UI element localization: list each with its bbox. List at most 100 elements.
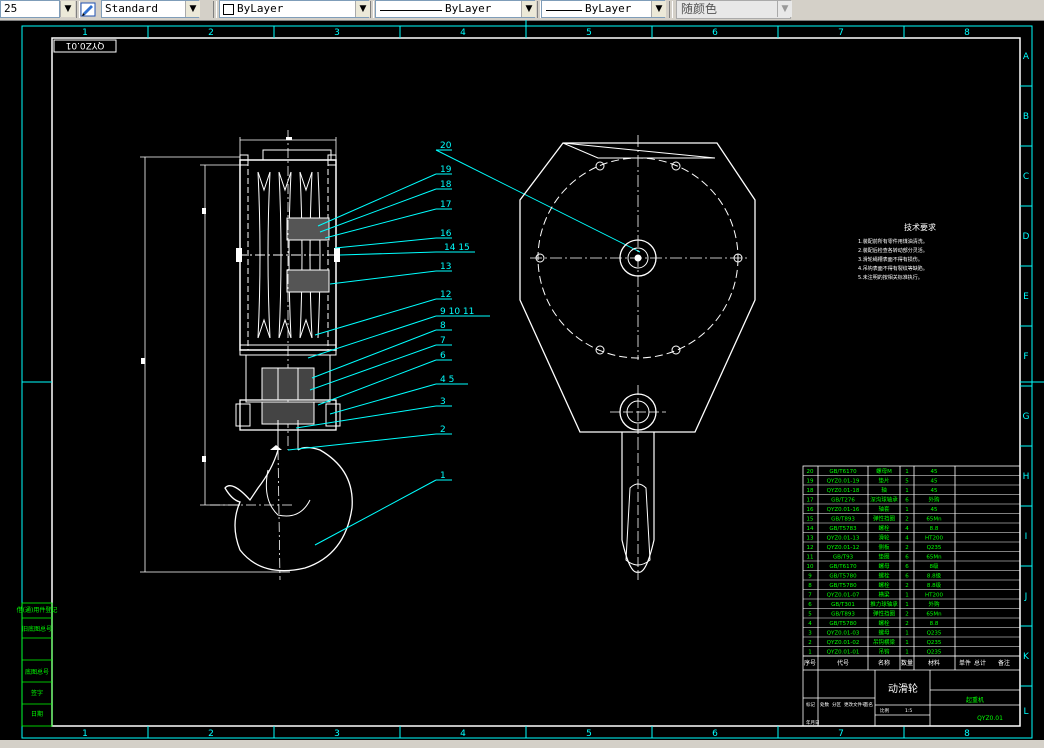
callout-label: 13 — [440, 262, 451, 272]
row-label: E — [1023, 292, 1029, 302]
table-cell: GB/T5780 — [829, 574, 857, 580]
text-style-icon[interactable] — [80, 1, 98, 18]
callout-label: 1 — [440, 471, 446, 481]
table-cell: 侧板 — [878, 543, 890, 551]
table-cell: 1 — [905, 631, 909, 637]
table-cell: 11 — [807, 555, 814, 561]
row-label: A — [1023, 52, 1030, 62]
callout-label: 2 — [440, 425, 446, 435]
table-cell: 4 — [808, 621, 812, 627]
col-label: 7 — [838, 28, 844, 38]
table-cell: 3 — [808, 631, 812, 637]
table-cell: 1 — [905, 602, 909, 608]
lineweight-dropdown[interactable]: ByLayer — [541, 0, 665, 18]
row-label: G — [1023, 412, 1030, 422]
scale-dropdown[interactable]: 25 — [0, 0, 60, 18]
table-cell: 2 — [905, 545, 909, 551]
row-label: L — [1023, 707, 1028, 717]
col-label: 6 — [712, 28, 718, 38]
table-cell: 垫圈 — [878, 553, 890, 561]
table-cell: 1 — [905, 507, 909, 513]
title-block-label: 处数 — [820, 701, 829, 708]
table-cell: 1 — [905, 650, 909, 656]
table-cell: 7 — [808, 593, 812, 599]
col-label: 8 — [964, 729, 970, 739]
table-cell: 20 — [807, 469, 814, 475]
drawing-canvas[interactable]: 1 2 3 4 5 6 7 8 1 2 3 4 5 6 7 8 A B C D … — [0, 20, 1044, 740]
table-cell: Q235 — [927, 640, 942, 646]
linetype-value: ByLayer — [445, 2, 492, 15]
callout-label: 3 — [440, 397, 446, 407]
parts-header-cell: 单件 — [959, 659, 971, 667]
col-label: 3 — [334, 729, 340, 739]
table-cell: QYZ0.01-02 — [827, 640, 860, 646]
col-label: 7 — [838, 729, 844, 739]
parts-header-cell: 数量 — [901, 659, 913, 667]
table-cell: GB/T6170 — [829, 469, 857, 475]
table-cell: 9 — [808, 574, 812, 580]
scale-dropdown-arrow-icon[interactable]: ▼ — [60, 1, 75, 17]
table-cell: 螺栓 — [878, 619, 890, 627]
title-block-label: 分区 — [832, 701, 841, 708]
table-cell: 6 — [905, 564, 909, 570]
parts-header-cell: 材料 — [928, 659, 940, 667]
stamp-label: 底图总号 — [25, 668, 49, 676]
table-cell: 垫片 — [878, 477, 889, 485]
stamp-label: 日期 — [31, 710, 43, 718]
lineweight-sample-icon — [546, 10, 582, 11]
table-cell: GB/T5783 — [829, 526, 857, 532]
table-cell: 4 — [905, 526, 909, 532]
linetype-arrow-icon[interactable]: ▼ — [521, 1, 536, 17]
callout-label: 8 — [440, 321, 446, 331]
table-cell: GB/T276 — [831, 498, 855, 504]
table-cell: 深沟球轴承 — [870, 496, 898, 504]
table-cell: 65Mn — [926, 517, 942, 523]
callout-label: 14 15 — [444, 243, 470, 253]
tech-requirement-line: 5.未注明的按相关标准执行。 — [858, 274, 923, 281]
title-block-label: 签名 — [864, 701, 873, 708]
tech-requirement-line: 1.装配前所有零件用煤油清洗。 — [858, 238, 928, 245]
table-cell: 1 — [808, 650, 812, 656]
title-block-title: 动滑轮 — [888, 682, 918, 695]
color-control-arrow-icon[interactable]: ▼ — [355, 1, 370, 17]
table-cell: 6 — [905, 498, 909, 504]
col-label: 3 — [334, 28, 340, 38]
color-control-dropdown[interactable]: ByLayer — [219, 0, 369, 18]
table-cell: 65Mn — [926, 612, 942, 618]
table-cell: 螺栓 — [878, 581, 890, 589]
table-cell: QYZ0.01-18 — [827, 488, 860, 494]
row-label: K — [1023, 652, 1030, 662]
table-cell: 6 — [905, 574, 909, 580]
linetype-dropdown[interactable]: ByLayer — [375, 0, 535, 18]
table-cell: 45 — [931, 479, 938, 485]
table-cell: 14 — [807, 526, 814, 532]
table-cell: 4 — [905, 536, 909, 542]
status-bar — [0, 740, 1044, 748]
table-cell: 横梁 — [878, 591, 890, 599]
table-cell: 推力球轴承 — [870, 600, 898, 608]
table-cell: GB/T893 — [831, 517, 855, 523]
title-block-label: 年月日 — [806, 719, 820, 726]
zone-dividers — [22, 20, 1044, 738]
col-label: 1 — [82, 28, 88, 38]
table-cell: HT200 — [925, 593, 943, 599]
table-cell: QYZ0.01-07 — [827, 593, 860, 599]
drawing-number-rotated: QYZ0.01 — [66, 40, 105, 50]
callout-label: 17 — [440, 200, 451, 210]
table-cell: 2 — [808, 640, 812, 646]
lineweight-arrow-icon[interactable]: ▼ — [651, 1, 666, 17]
table-cell: 轴套 — [878, 505, 890, 513]
table-cell: 5 — [808, 612, 812, 618]
col-label: 2 — [208, 28, 214, 38]
table-cell: 17 — [807, 498, 814, 504]
table-cell: 1 — [905, 488, 909, 494]
col-label: 5 — [586, 729, 592, 739]
leader-lines — [287, 149, 641, 546]
text-style-dropdown-arrow-icon[interactable]: ▼ — [185, 1, 200, 17]
table-cell: 2 — [905, 517, 909, 523]
row-labels: A B C D E F G H I J K L — [1023, 52, 1031, 717]
table-cell: 轴 — [881, 486, 887, 494]
table-cell: 45 — [931, 507, 938, 513]
title-block-company: 起重机 — [966, 696, 984, 704]
row-label: C — [1023, 172, 1029, 182]
